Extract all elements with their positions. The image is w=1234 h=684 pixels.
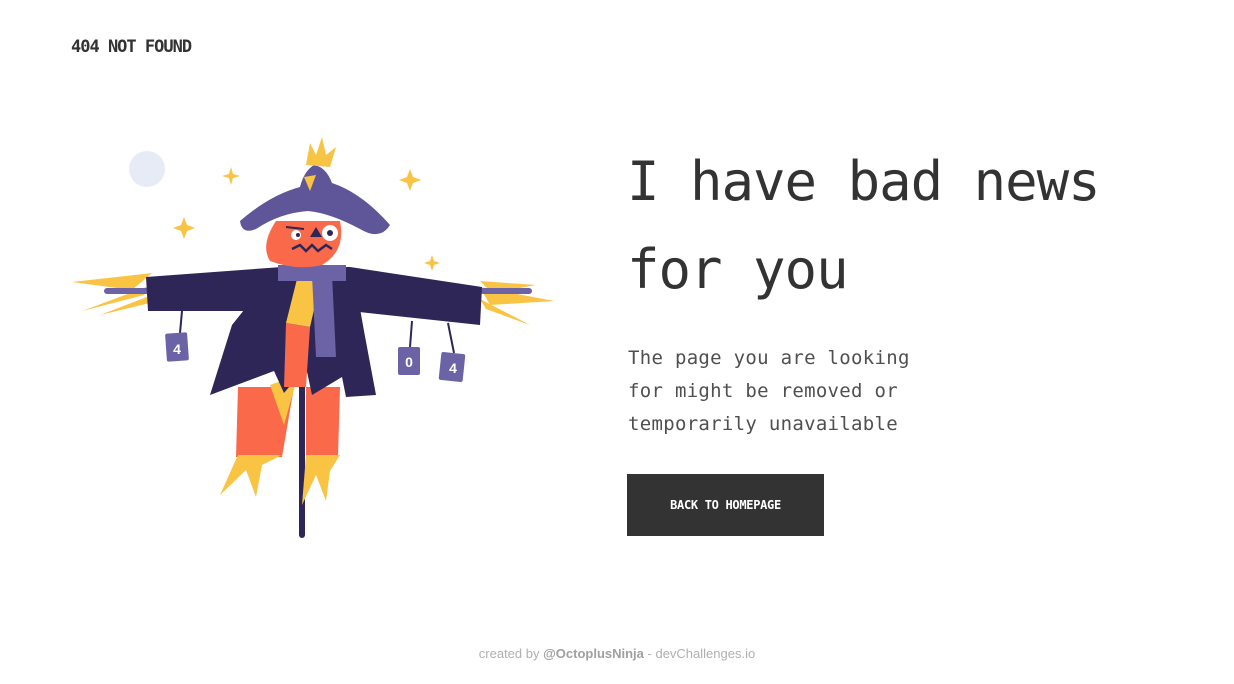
scarecrow-head: [266, 221, 342, 268]
tag-middle-label: 0: [405, 354, 413, 370]
tag-right-label: 4: [449, 360, 457, 376]
moon-icon: [129, 151, 165, 187]
error-message: The page you are looking for might be rem…: [628, 342, 958, 441]
pole: [299, 370, 305, 538]
right-leg: [306, 387, 340, 457]
footer-credit: created by @OctoplusNinja - devChallenge…: [0, 646, 1234, 661]
right-hand-straw: [480, 281, 554, 325]
headline-line-2: for you: [627, 238, 849, 301]
scarecrow-illustration: 4 0 4: [72, 137, 554, 538]
tag-left: 4: [165, 310, 189, 362]
message-line-2: for might be removed or: [628, 380, 898, 402]
tag-left-label: 4: [173, 341, 181, 357]
message-line-1: The page you are looking: [628, 347, 910, 369]
tag-right: 4: [438, 322, 466, 382]
foot-straw: [220, 455, 340, 505]
scarf: [278, 265, 346, 281]
page-headline: I have bad news for you: [627, 138, 1227, 314]
scarecrow-hat: [240, 137, 390, 235]
sparkle-icon: [399, 169, 421, 191]
footer-prefix: created by: [478, 646, 544, 661]
sparkle-icon: [222, 167, 240, 185]
tag-middle: 0: [398, 320, 420, 375]
footer-suffix: - devChallenges.io: [643, 646, 756, 661]
message-line-3: temporarily unavailable: [628, 413, 898, 435]
sparkle-icon: [424, 255, 440, 271]
headline-line-1: I have bad news: [627, 150, 1101, 213]
sparkle-icon: [173, 217, 195, 239]
back-to-homepage-button[interactable]: BACK TO HOMEPAGE: [627, 474, 824, 536]
site-brand[interactable]: 404 NOT FOUND: [71, 37, 192, 57]
author-handle-link[interactable]: @OctoplusNinja: [543, 646, 644, 661]
